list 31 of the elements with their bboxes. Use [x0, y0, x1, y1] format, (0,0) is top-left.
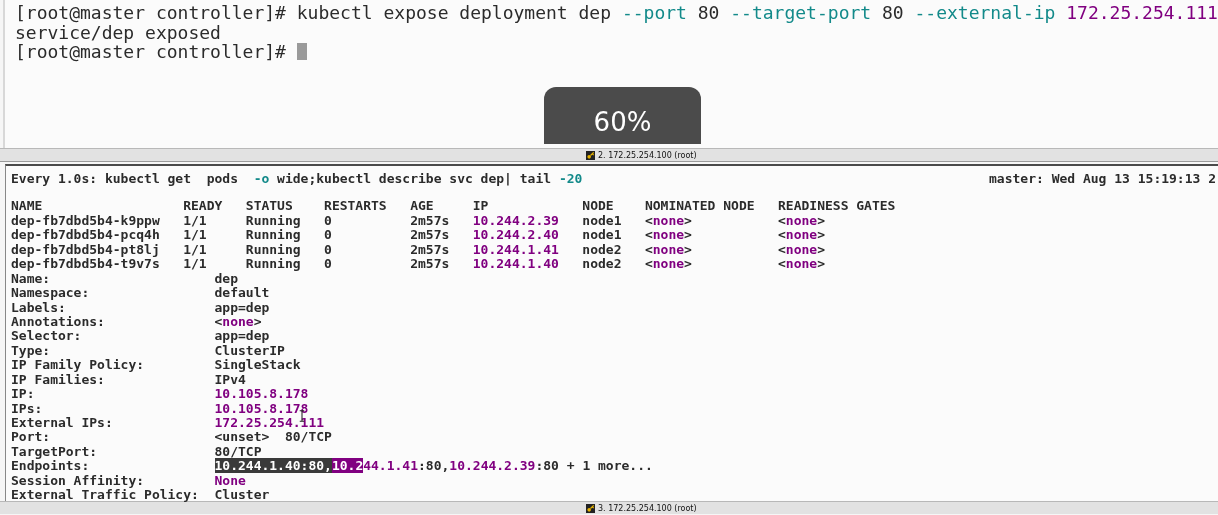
terminal-line: IP Families: IPv4 [11, 372, 246, 388]
terminal-line: External Traffic Policy: Cluster [11, 488, 271, 503]
terminal-line: IPs: 10.105.8.178 [11, 401, 310, 416]
key-icon [586, 503, 595, 513]
terminal-line: dep-fb7dbd5b4-t9v7s 1/1 Running 0 2m57s 10.244.1.40 node2 <none> <none> [11, 257, 826, 272]
terminal-line: [root@master controller]# [15, 42, 1218, 62]
terminal-line: Annotations: <none> [11, 314, 262, 330]
terminal-line: Type: ClusterIP [11, 343, 286, 359]
zoom-level-indicator: 60% [544, 87, 701, 144]
terminal-line: NAME READY STATUS RESTARTS AGE IP NODE NOMINATED NODE READINESS GATES [11, 199, 897, 214]
terminal-line: External IPs: 172.25.254.111 [11, 416, 326, 431]
terminal-line: TargetPort: 80/TCP [11, 444, 263, 459]
terminal-line: Port: <unset> 80/TCP [11, 430, 333, 445]
terminal-line: Session Affinity: None [11, 473, 247, 488]
terminal-line: dep-fb7dbd5b4-pcq4h 1/1 Running 0 2m57s 10.244.2.40 node1 <none> <none> [11, 228, 826, 243]
terminal-line: service/dep exposed [15, 22, 221, 42]
terminal-line: [root@master controller]# kubectl expose deployment dep --port 80 --target-port 80 --external-ip 172.25.254.111 [15, 3, 1218, 23]
session-tab[interactable]: 2. 172.25.254.100 (root) [586, 150, 697, 160]
terminal-line: Labels: app=dep [11, 300, 271, 315]
terminal-line: IP: 10.105.8.178 [11, 387, 310, 402]
watch-command: Every 1.0s: kubectl get pods -o wide;kubectl describe svc dep| tail -20 [11, 172, 583, 187]
session-tab[interactable]: 3. 172.25.254.100 (root) [586, 503, 697, 513]
clock-text: master: Wed Aug 13 15:19:13 2 [989, 172, 1216, 187]
terminal-line: Namespace: default [11, 286, 271, 301]
terminal-line: dep-fb7dbd5b4-k9ppw 1/1 Running 0 2m57s 10.244.2.39 node1 <none> <none> [11, 213, 826, 228]
terminal-line: Name: dep [11, 271, 239, 287]
terminal-line: Selector: app=dep [11, 329, 271, 344]
terminal-line: IP Family Policy: SingleStack [11, 358, 302, 373]
terminal-line: dep-fb7dbd5b4-pt8lj 1/1 Running 0 2m57s 10.244.1.41 node2 <none> <none> [11, 242, 826, 257]
key-icon [586, 150, 595, 160]
terminal-line: Endpoints: 10.244.1.40:80,10.244.1.41:80,10.244.2.39:80 + 1 more... [11, 459, 654, 474]
